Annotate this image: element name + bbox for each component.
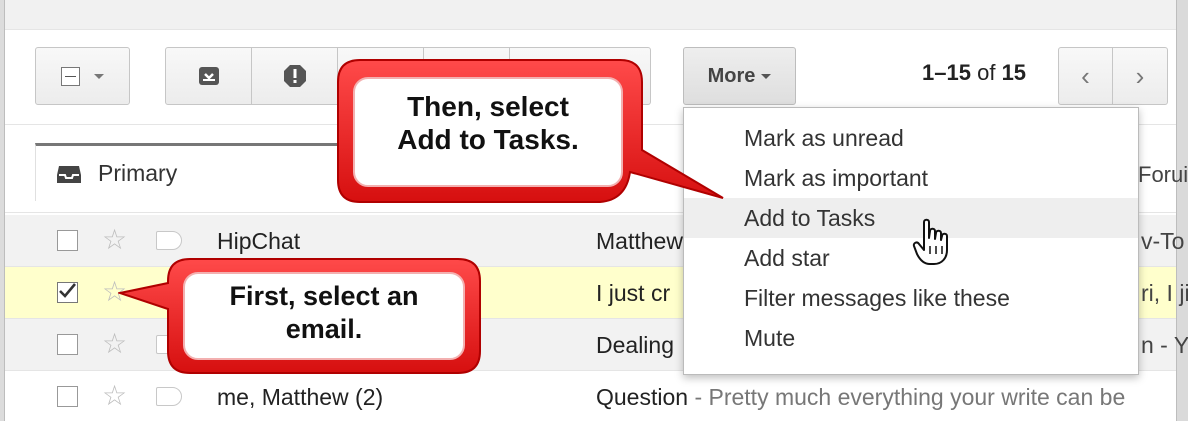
- callout-first-text: First, select an email.: [184, 280, 464, 346]
- important-marker-icon[interactable]: [156, 231, 182, 250]
- star-icon[interactable]: ☆: [102, 224, 127, 256]
- tab-primary-label: Primary: [98, 160, 178, 186]
- email-subject: Question - Pretty much everything your w…: [596, 384, 1125, 411]
- email-snippet: - Pretty much everything your write can …: [688, 384, 1126, 410]
- row-checkbox[interactable]: [57, 230, 78, 251]
- menu-item-add-to-tasks[interactable]: Add to Tasks: [684, 198, 1138, 238]
- row-checkbox[interactable]: [57, 386, 78, 407]
- row-checkbox[interactable]: [57, 334, 78, 355]
- gmail-screen: More 1–15 of 15 ‹ › Primary Forui ☆ HipC…: [0, 0, 1188, 421]
- report-spam-icon: [283, 65, 306, 87]
- prev-page-button[interactable]: ‹: [1059, 48, 1114, 104]
- more-dropdown-menu: Mark as unread Mark as important Add to …: [683, 107, 1139, 375]
- callout-then-line2: Add to Tasks.: [397, 124, 579, 155]
- top-bar: [0, 0, 1188, 30]
- chevron-down-icon: [761, 73, 772, 79]
- next-page-button[interactable]: ›: [1113, 48, 1167, 104]
- important-marker-icon[interactable]: [156, 387, 182, 406]
- email-subject-text: Question: [596, 384, 689, 410]
- email-subject: Dealing: [596, 332, 674, 359]
- callout-then-line1: Then, select: [407, 91, 569, 122]
- row-checkbox-checked[interactable]: [57, 282, 78, 303]
- email-snippet-tail: v-To: [1141, 228, 1185, 254]
- email-subject-text: Dealing: [596, 332, 674, 358]
- inbox-tray-icon: [57, 165, 81, 183]
- pagination-of: of: [977, 60, 996, 85]
- tab-forums[interactable]: Forui: [1138, 162, 1188, 188]
- archive-button[interactable]: [166, 48, 252, 104]
- pagination-total: 15: [1001, 60, 1027, 85]
- pagination-text: 1–15 of 15: [922, 60, 1026, 86]
- menu-item-add-star[interactable]: Add star: [684, 238, 1138, 278]
- report-spam-button[interactable]: [252, 48, 338, 104]
- callout-then-text: Then, select Add to Tasks.: [354, 90, 622, 156]
- menu-item-mute[interactable]: Mute: [684, 318, 1138, 358]
- pager-nav: ‹ ›: [1058, 47, 1168, 105]
- email-snippet-tail: n - Y: [1141, 332, 1188, 358]
- chevron-right-icon: ›: [1135, 60, 1145, 91]
- email-subject-text: Matthew: [596, 228, 683, 254]
- email-subject-text: I just cr: [596, 280, 671, 306]
- chevron-left-icon: ‹: [1081, 60, 1090, 91]
- menu-item-mark-important[interactable]: Mark as important: [684, 158, 1138, 198]
- star-icon[interactable]: ☆: [102, 380, 127, 412]
- email-sender: HipChat: [217, 228, 301, 254]
- select-all-button[interactable]: [35, 47, 130, 105]
- menu-item-filter-messages[interactable]: Filter messages like these: [684, 278, 1138, 318]
- select-all-checkbox-icon: [61, 66, 80, 86]
- email-subject: Matthew: [596, 228, 683, 255]
- email-subject: I just cr: [596, 280, 670, 307]
- archive-icon: [198, 67, 219, 85]
- menu-item-mark-unread[interactable]: Mark as unread: [684, 118, 1138, 158]
- callout-first-line1: First, select an: [229, 281, 419, 311]
- callout-first-line2: email.: [285, 314, 363, 344]
- checkmark-icon: [59, 283, 76, 298]
- email-snippet-tail: ri, I ji: [1141, 280, 1188, 306]
- pagination-range: 1–15: [922, 60, 971, 85]
- chevron-down-icon: [94, 73, 104, 79]
- email-sender: me, Matthew (2): [217, 384, 384, 410]
- hand-cursor-icon: [912, 218, 948, 265]
